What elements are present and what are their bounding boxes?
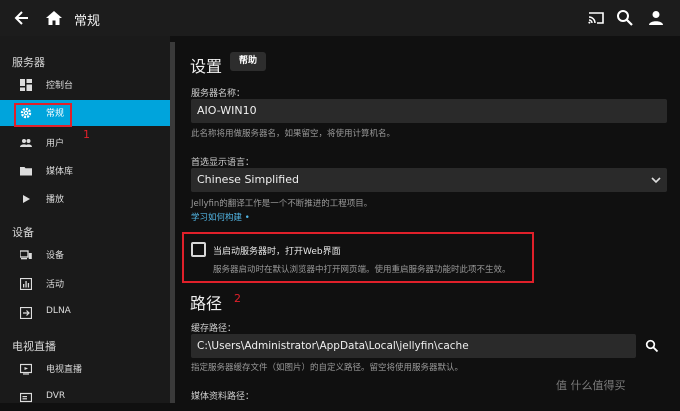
- sidebar-item-label: DLNA: [46, 306, 71, 316]
- settings-heading: 设置: [190, 57, 223, 76]
- sidebar-item-label: 控制台: [46, 81, 74, 91]
- cache-path-hint: 指定服务器缓存文件（如图片）的自定义路径。留空将使用服务器默认。: [191, 363, 464, 373]
- folder-icon: [20, 167, 32, 176]
- chevron-down-icon: [651, 177, 661, 184]
- dashboard-icon: [20, 79, 32, 91]
- search-icon[interactable]: [615, 8, 635, 28]
- launch-web-label: 当启动服务器时，打开Web界面: [213, 247, 341, 257]
- devices-icon: [20, 250, 32, 260]
- server-name-input[interactable]: AIO-WIN10: [191, 99, 667, 123]
- language-learn-link[interactable]: 学习如何构建 •: [191, 211, 250, 223]
- sidebar-item-libraries[interactable]: 媒体库: [0, 158, 170, 184]
- language-select[interactable]: Chinese Simplified: [191, 168, 667, 192]
- sidebar-scrollbar[interactable]: [170, 42, 175, 403]
- sidebar-item-label: 电视直播: [46, 365, 83, 375]
- sidebar-item-label: DVR: [46, 391, 66, 401]
- sidebar-section-server: 服务器: [12, 56, 45, 69]
- sidebar-item-label: 播放: [46, 195, 65, 205]
- sidebar-item-label: 用户: [46, 139, 65, 149]
- sidebar: 服务器 控制台 常规 用户 媒体库 播放 设备 设备 活动 DLNA 电视直播 …: [0, 36, 170, 403]
- annotation-box-2: [182, 232, 534, 283]
- dvr-icon: [20, 392, 32, 403]
- sidebar-item-dashboard[interactable]: 控制台: [0, 72, 170, 98]
- users-icon: [20, 139, 32, 147]
- paths-heading: 路径: [190, 294, 223, 313]
- top-bar: 常规: [0, 0, 680, 36]
- home-icon[interactable]: [44, 8, 64, 28]
- metadata-path-label: 媒体资料路径：: [191, 392, 255, 402]
- sidebar-item-dlna[interactable]: DLNA: [0, 300, 170, 326]
- sidebar-section-devices: 设备: [12, 226, 34, 239]
- sidebar-item-livetv[interactable]: 电视直播: [0, 356, 170, 382]
- launch-web-checkbox[interactable]: [191, 242, 206, 257]
- cache-path-input[interactable]: C:\Users\Administrator\AppData\Local\jel…: [191, 334, 636, 358]
- annotation-box-1: [14, 103, 72, 127]
- tv-icon: [20, 363, 32, 375]
- back-arrow-icon[interactable]: [12, 8, 32, 28]
- language-hint: Jellyfin的翻译工作是一个不断推进的工程项目。: [191, 199, 373, 209]
- annotation-number-2: 2: [234, 292, 241, 305]
- cache-path-label: 缓存路径：: [191, 324, 237, 334]
- sidebar-item-label: 活动: [46, 280, 65, 290]
- sidebar-section-livetv: 电视直播: [12, 340, 56, 353]
- sidebar-item-activity[interactable]: 活动: [0, 271, 170, 297]
- dlna-icon: [20, 307, 32, 319]
- watermark: 值 什么值得买: [556, 379, 626, 392]
- sidebar-item-dvr[interactable]: DVR: [0, 385, 170, 411]
- annotation-number-1: 1: [83, 128, 90, 141]
- user-icon[interactable]: [646, 8, 666, 28]
- server-name-hint: 此名称将用做服务器名，如果留空，将使用计算机名。: [191, 129, 396, 139]
- language-label: 首选显示语言：: [191, 158, 255, 168]
- help-button[interactable]: 帮助: [230, 52, 266, 71]
- activity-icon: [20, 278, 32, 290]
- search-icon[interactable]: [645, 339, 659, 353]
- cast-icon[interactable]: [586, 8, 606, 28]
- launch-web-hint: 服务器启动时在默认浏览器中打开网页端。使用重启服务器功能时此项不生效。: [213, 265, 511, 275]
- page-title: 常规: [74, 14, 101, 29]
- sidebar-item-devices[interactable]: 设备: [0, 242, 170, 268]
- play-icon: [23, 195, 30, 203]
- language-select-value: Chinese Simplified: [197, 173, 299, 186]
- sidebar-item-label: 设备: [46, 251, 65, 261]
- server-name-label: 服务器名称：: [191, 89, 246, 99]
- sidebar-item-playback[interactable]: 播放: [0, 186, 170, 212]
- sidebar-item-label: 媒体库: [46, 167, 74, 177]
